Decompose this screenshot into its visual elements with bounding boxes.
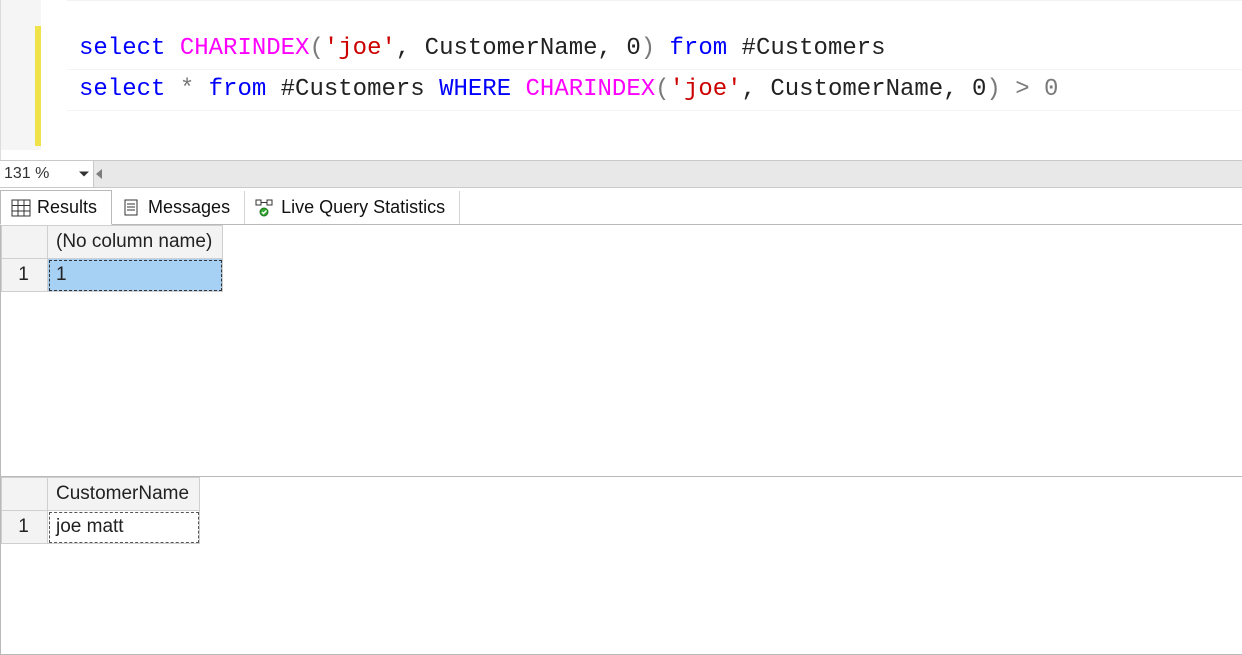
zoom-dropdown[interactable]: 131 % bbox=[0, 161, 94, 187]
grid-1-col-header[interactable]: (No column name) bbox=[48, 226, 223, 259]
grid-1-corner[interactable] bbox=[2, 226, 48, 259]
code-token: from bbox=[194, 76, 280, 103]
table-row[interactable]: 1 joe matt bbox=[2, 511, 200, 544]
code-token: > 0 bbox=[1001, 76, 1059, 103]
table-row[interactable]: 1 1 bbox=[2, 259, 223, 292]
code-token: ( bbox=[309, 35, 323, 62]
code-token: #Customers bbox=[742, 35, 886, 62]
code-token: #Customers bbox=[281, 76, 439, 103]
grid-2-col-header[interactable]: CustomerName bbox=[48, 478, 200, 511]
sql-editor[interactable]: select CHARINDEX('joe', CustomerName, 0)… bbox=[0, 0, 1242, 160]
tab-results-label: Results bbox=[37, 197, 97, 218]
tab-messages[interactable]: Messages bbox=[112, 191, 245, 224]
code-token: , CustomerName, 0 bbox=[742, 76, 987, 103]
chevron-down-icon bbox=[79, 172, 89, 177]
grid-2-rownum[interactable]: 1 bbox=[2, 511, 48, 544]
horizontal-scrollbar[interactable] bbox=[94, 161, 1242, 187]
results-tabs: Results Messages Live Query Statistics bbox=[0, 188, 1242, 225]
code-token: 'joe' bbox=[324, 35, 396, 62]
code-token: select bbox=[79, 35, 180, 62]
code-line-2[interactable]: select * from #Customers WHERE CHARINDEX… bbox=[67, 70, 1242, 111]
zoom-bar: 131 % bbox=[0, 160, 1242, 188]
code-token: ) bbox=[986, 76, 1000, 103]
tab-messages-label: Messages bbox=[148, 197, 230, 218]
grid-1-rownum[interactable]: 1 bbox=[2, 259, 48, 292]
tab-live-stats[interactable]: Live Query Statistics bbox=[245, 191, 460, 224]
code-token: from bbox=[655, 35, 741, 62]
document-icon bbox=[122, 199, 142, 217]
code-token: ) bbox=[641, 35, 655, 62]
results-area: (No column name) 1 1 CustomerName 1 joe … bbox=[0, 225, 1242, 655]
grid-2-header-row: CustomerName bbox=[2, 478, 200, 511]
code-token: , CustomerName, 0 bbox=[396, 35, 641, 62]
grid-icon bbox=[11, 199, 31, 217]
zoom-value: 131 % bbox=[4, 165, 49, 183]
code-token: ( bbox=[655, 76, 669, 103]
code-token: WHERE bbox=[439, 76, 525, 103]
grid-1-header-row: (No column name) bbox=[2, 226, 223, 259]
tab-results[interactable]: Results bbox=[0, 190, 112, 225]
grid-2-corner[interactable] bbox=[2, 478, 48, 511]
result-grid-2[interactable]: CustomerName 1 joe matt bbox=[1, 477, 1242, 655]
change-marker bbox=[35, 26, 41, 146]
query-stats-icon bbox=[255, 199, 275, 217]
grid-1-cell[interactable]: 1 bbox=[48, 259, 223, 292]
grid-1[interactable]: (No column name) 1 1 bbox=[1, 225, 223, 292]
grid-2-cell[interactable]: joe matt bbox=[48, 511, 200, 544]
editor-gutter bbox=[1, 0, 41, 150]
grid-2[interactable]: CustomerName 1 joe matt bbox=[1, 477, 200, 544]
code-token: CHARINDEX bbox=[526, 76, 656, 103]
ssms-window: select CHARINDEX('joe', CustomerName, 0)… bbox=[0, 0, 1242, 655]
tab-live-label: Live Query Statistics bbox=[281, 197, 445, 218]
code-token: select bbox=[79, 76, 180, 103]
code-token: 'joe' bbox=[670, 76, 742, 103]
code-block[interactable]: select CHARINDEX('joe', CustomerName, 0)… bbox=[67, 0, 1242, 150]
code-token: * bbox=[180, 76, 194, 103]
scroll-left-icon bbox=[96, 169, 102, 179]
code-token: CHARINDEX bbox=[180, 35, 310, 62]
result-grid-1[interactable]: (No column name) 1 1 bbox=[1, 225, 1242, 477]
code-line-1[interactable]: select CHARINDEX('joe', CustomerName, 0)… bbox=[67, 29, 1242, 70]
